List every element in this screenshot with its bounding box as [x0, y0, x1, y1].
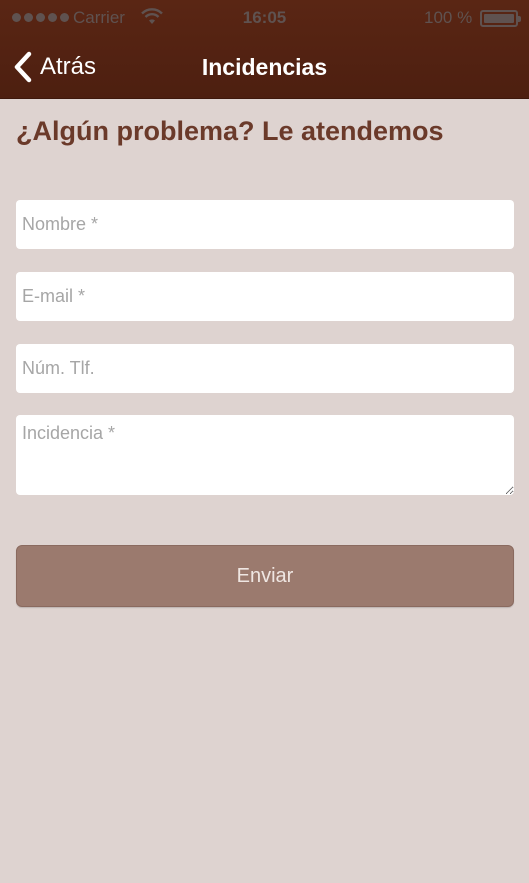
battery-percent: 100 % [424, 8, 473, 27]
name-input[interactable] [16, 200, 514, 249]
phone-input[interactable] [16, 344, 514, 393]
submit-button[interactable]: Enviar [16, 545, 514, 607]
form-heading: ¿Algún problema? Le atendemos [16, 116, 444, 146]
incident-textarea[interactable] [16, 415, 514, 495]
nav-bar: Atrás Incidencias [0, 36, 529, 99]
email-input[interactable] [16, 272, 514, 321]
status-bar: Carrier 16:05 100 % [0, 0, 529, 36]
battery-icon [480, 10, 521, 27]
header: Carrier 16:05 100 % Atrás Incidencias [0, 0, 529, 99]
app-screen: Carrier 16:05 100 % Atrás Incidencias ¿A… [0, 0, 529, 883]
page-title: Incidencias [201, 54, 328, 80]
